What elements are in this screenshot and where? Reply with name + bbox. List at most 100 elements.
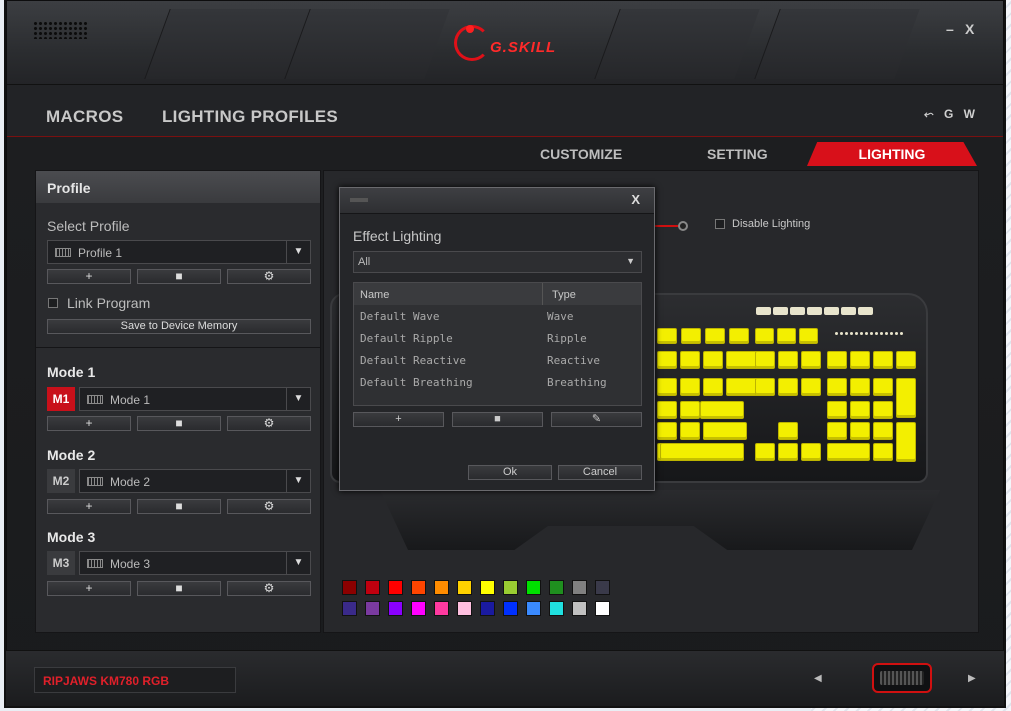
mode-1-delete-button[interactable]: ■: [137, 416, 221, 431]
main-nav: MACROS LIGHTING PROFILES ⬿ G W: [7, 85, 1003, 137]
chevron-down-icon[interactable]: ▼: [286, 470, 310, 492]
profile-settings-button[interactable]: ⚙: [227, 269, 311, 284]
color-swatch[interactable]: [388, 601, 403, 616]
mode-3-settings-button[interactable]: ⚙: [227, 581, 311, 596]
tab-setting[interactable]: SETTING: [707, 146, 768, 162]
color-swatch[interactable]: [526, 601, 541, 616]
color-swatch[interactable]: [572, 580, 587, 595]
color-swatch[interactable]: [411, 601, 426, 616]
mode-1-add-button[interactable]: +: [47, 416, 131, 431]
keyboard-icon: [55, 248, 71, 257]
color-swatch[interactable]: [342, 601, 357, 616]
w-button[interactable]: W: [964, 107, 975, 121]
color-swatch[interactable]: [457, 601, 472, 616]
table-row[interactable]: Default Ripple Ripple: [354, 328, 641, 350]
table-row[interactable]: Default Breathing Breathing: [354, 372, 641, 394]
color-swatch[interactable]: [595, 580, 610, 595]
brand-logo: G.SKILL: [454, 19, 564, 69]
keyboard-key: [895, 332, 898, 335]
mode-2-badge[interactable]: M2: [47, 469, 75, 493]
chevron-down-icon[interactable]: ▼: [626, 256, 635, 266]
dialog-titlebar[interactable]: X: [340, 188, 654, 214]
mode-1-title: Mode 1: [47, 364, 96, 380]
chevron-down-icon[interactable]: ▼: [286, 388, 310, 410]
close-button[interactable]: X: [965, 21, 974, 37]
column-header-name[interactable]: Name: [354, 283, 543, 305]
color-swatch[interactable]: [434, 580, 449, 595]
add-profile-button[interactable]: +: [47, 269, 131, 284]
add-effect-button[interactable]: +: [353, 412, 444, 427]
keyboard-icon: [87, 477, 103, 486]
mode-3-badge[interactable]: M3: [47, 551, 75, 575]
color-swatch[interactable]: [480, 601, 495, 616]
mode-3-delete-button[interactable]: ■: [137, 581, 221, 596]
slider-handle[interactable]: [678, 221, 688, 231]
mode-1-select[interactable]: Mode 1 ▼: [79, 387, 311, 411]
mode-2-select[interactable]: Mode 2 ▼: [79, 469, 311, 493]
drag-handle-icon[interactable]: [350, 198, 368, 202]
keyboard-key: [850, 422, 870, 440]
color-swatch[interactable]: [388, 580, 403, 595]
mode-1-settings-button[interactable]: ⚙: [227, 416, 311, 431]
chevron-down-icon[interactable]: ▼: [286, 241, 310, 263]
table-row[interactable]: Default Wave Wave: [354, 306, 641, 328]
row-name: Default Wave: [360, 310, 440, 323]
color-swatch[interactable]: [503, 601, 518, 616]
save-to-device-button[interactable]: Save to Device Memory: [47, 319, 311, 334]
keyboard-key: [680, 401, 700, 419]
keyboard-key: [680, 422, 700, 440]
color-swatch[interactable]: [595, 601, 610, 616]
delete-profile-button[interactable]: ■: [137, 269, 221, 284]
keyboard-key: [657, 351, 677, 369]
mode-2-add-button[interactable]: +: [47, 499, 131, 514]
effect-filter-value: All: [358, 256, 371, 268]
color-swatch[interactable]: [434, 601, 449, 616]
minimize-button[interactable]: –: [946, 21, 954, 37]
table-row[interactable]: Default Reactive Reactive: [354, 350, 641, 372]
mode-3-add-button[interactable]: +: [47, 581, 131, 596]
tab-lighting[interactable]: LIGHTING: [807, 142, 977, 166]
color-swatch[interactable]: [365, 580, 380, 595]
title-bar[interactable]: G.SKILL – X: [7, 1, 1003, 85]
link-program-checkbox[interactable]: [48, 298, 58, 308]
g-button[interactable]: G: [944, 107, 953, 121]
color-swatch[interactable]: [503, 580, 518, 595]
next-device-button[interactable]: ▶: [968, 673, 976, 684]
color-swatch[interactable]: [365, 601, 380, 616]
keyboard-key: [756, 307, 771, 315]
footer-bar: RIPJAWS KM780 RGB ◀ ▶: [6, 650, 1004, 706]
delete-effect-button[interactable]: ■: [452, 412, 543, 427]
color-swatch[interactable]: [457, 580, 472, 595]
effect-filter-select[interactable]: All ▼: [353, 251, 642, 273]
nav-right-icons: ⬿ G W: [924, 107, 975, 122]
mode-1-badge[interactable]: M1: [47, 387, 75, 411]
color-swatch[interactable]: [342, 580, 357, 595]
color-swatch[interactable]: [572, 601, 587, 616]
device-thumbnail[interactable]: [872, 663, 932, 693]
cancel-button[interactable]: Cancel: [558, 465, 642, 480]
chevron-down-icon[interactable]: ▼: [286, 552, 310, 574]
edit-effect-button[interactable]: ✎: [551, 412, 642, 427]
color-swatch[interactable]: [549, 601, 564, 616]
column-header-type[interactable]: Type: [543, 283, 641, 305]
tab-macros[interactable]: MACROS: [46, 107, 123, 127]
tab-customize[interactable]: CUSTOMIZE: [540, 146, 622, 162]
mode-3-select[interactable]: Mode 3 ▼: [79, 551, 311, 575]
color-swatch[interactable]: [526, 580, 541, 595]
dialog-close-button[interactable]: X: [631, 192, 640, 207]
share-icon[interactable]: ⬿: [924, 107, 934, 121]
prev-device-button[interactable]: ◀: [814, 673, 822, 684]
color-swatch[interactable]: [549, 580, 564, 595]
mode-2-settings-button[interactable]: ⚙: [227, 499, 311, 514]
mode-2-delete-button[interactable]: ■: [137, 499, 221, 514]
keyboard-key: [681, 328, 701, 344]
decor-ridge: [144, 9, 310, 79]
tab-lighting-profiles[interactable]: LIGHTING PROFILES: [162, 107, 338, 127]
ok-button[interactable]: Ok: [468, 465, 552, 480]
profile-select[interactable]: Profile 1 ▼: [47, 240, 311, 264]
color-swatch[interactable]: [411, 580, 426, 595]
mode-2-title: Mode 2: [47, 447, 96, 463]
color-swatch[interactable]: [480, 580, 495, 595]
disable-lighting-checkbox[interactable]: [715, 219, 725, 229]
keyboard-key: [801, 443, 821, 461]
